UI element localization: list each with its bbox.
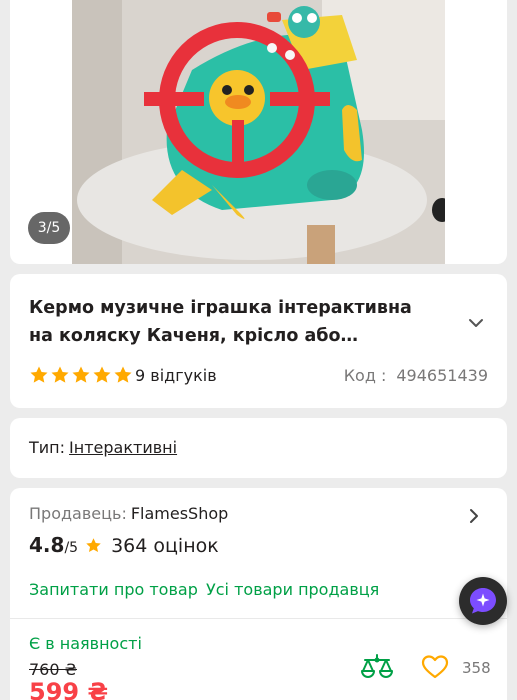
chevron-right-icon[interactable]	[465, 506, 483, 526]
ai-assistant-button[interactable]	[459, 577, 507, 625]
type-label: Тип:	[29, 438, 66, 457]
product-title-card: Кермо музичне іграшка інтерактивна на ко…	[10, 274, 507, 408]
type-value-link[interactable]: Інтерактивні	[69, 438, 177, 457]
star-icon	[93, 366, 111, 383]
product-photo[interactable]	[72, 0, 445, 264]
product-code-label: Код :	[343, 366, 387, 385]
current-price: 599 ₴	[29, 678, 109, 700]
product-code-value: 494651439	[396, 366, 488, 385]
star-icon	[86, 537, 101, 552]
star-icon	[51, 366, 69, 383]
seller-rating-value: 4.8	[29, 533, 65, 557]
sparkle-chat-icon	[470, 588, 496, 614]
ask-about-product-link[interactable]: Запитати про товар	[29, 579, 198, 601]
product-code: Код : 494651439	[344, 365, 488, 387]
seller-rating: 4.8 /5 364 оцінок	[29, 533, 219, 557]
chevron-down-icon[interactable]	[465, 312, 487, 334]
reviews-link[interactable]: 9 відгуків	[135, 365, 217, 387]
gallery-counter: 3/5	[28, 212, 70, 244]
seller-info[interactable]: Продавець: FlamesShop	[29, 503, 228, 525]
seller-card: Продавець: FlamesShop 4.8 /5 364 оцінок З…	[10, 488, 507, 700]
seller-rating-of: /5	[64, 540, 79, 556]
seller-rating-count: 364 оцінок	[111, 535, 219, 557]
star-icon	[30, 366, 48, 383]
seller-label: Продавець:	[29, 504, 127, 523]
divider	[10, 618, 507, 619]
product-gallery[interactable]: 3/5	[10, 0, 507, 264]
star-icon	[72, 366, 90, 383]
compare-scales-icon[interactable]	[360, 652, 394, 682]
favorites-count: 358	[462, 659, 491, 677]
star-icon	[114, 366, 132, 383]
product-type: Тип: Інтерактивні	[29, 437, 177, 459]
all-seller-goods-link[interactable]: Усі товари продавця	[206, 579, 379, 601]
availability-status: Є в наявності	[29, 634, 142, 653]
product-image-illustration	[72, 0, 445, 264]
rating-stars[interactable]	[29, 365, 133, 385]
product-type-card: Тип: Інтерактивні	[10, 418, 507, 478]
heart-icon[interactable]	[421, 654, 449, 680]
product-title[interactable]: Кермо музичне іграшка інтерактивна на ко…	[29, 294, 429, 350]
seller-name[interactable]: FlamesShop	[131, 504, 228, 523]
